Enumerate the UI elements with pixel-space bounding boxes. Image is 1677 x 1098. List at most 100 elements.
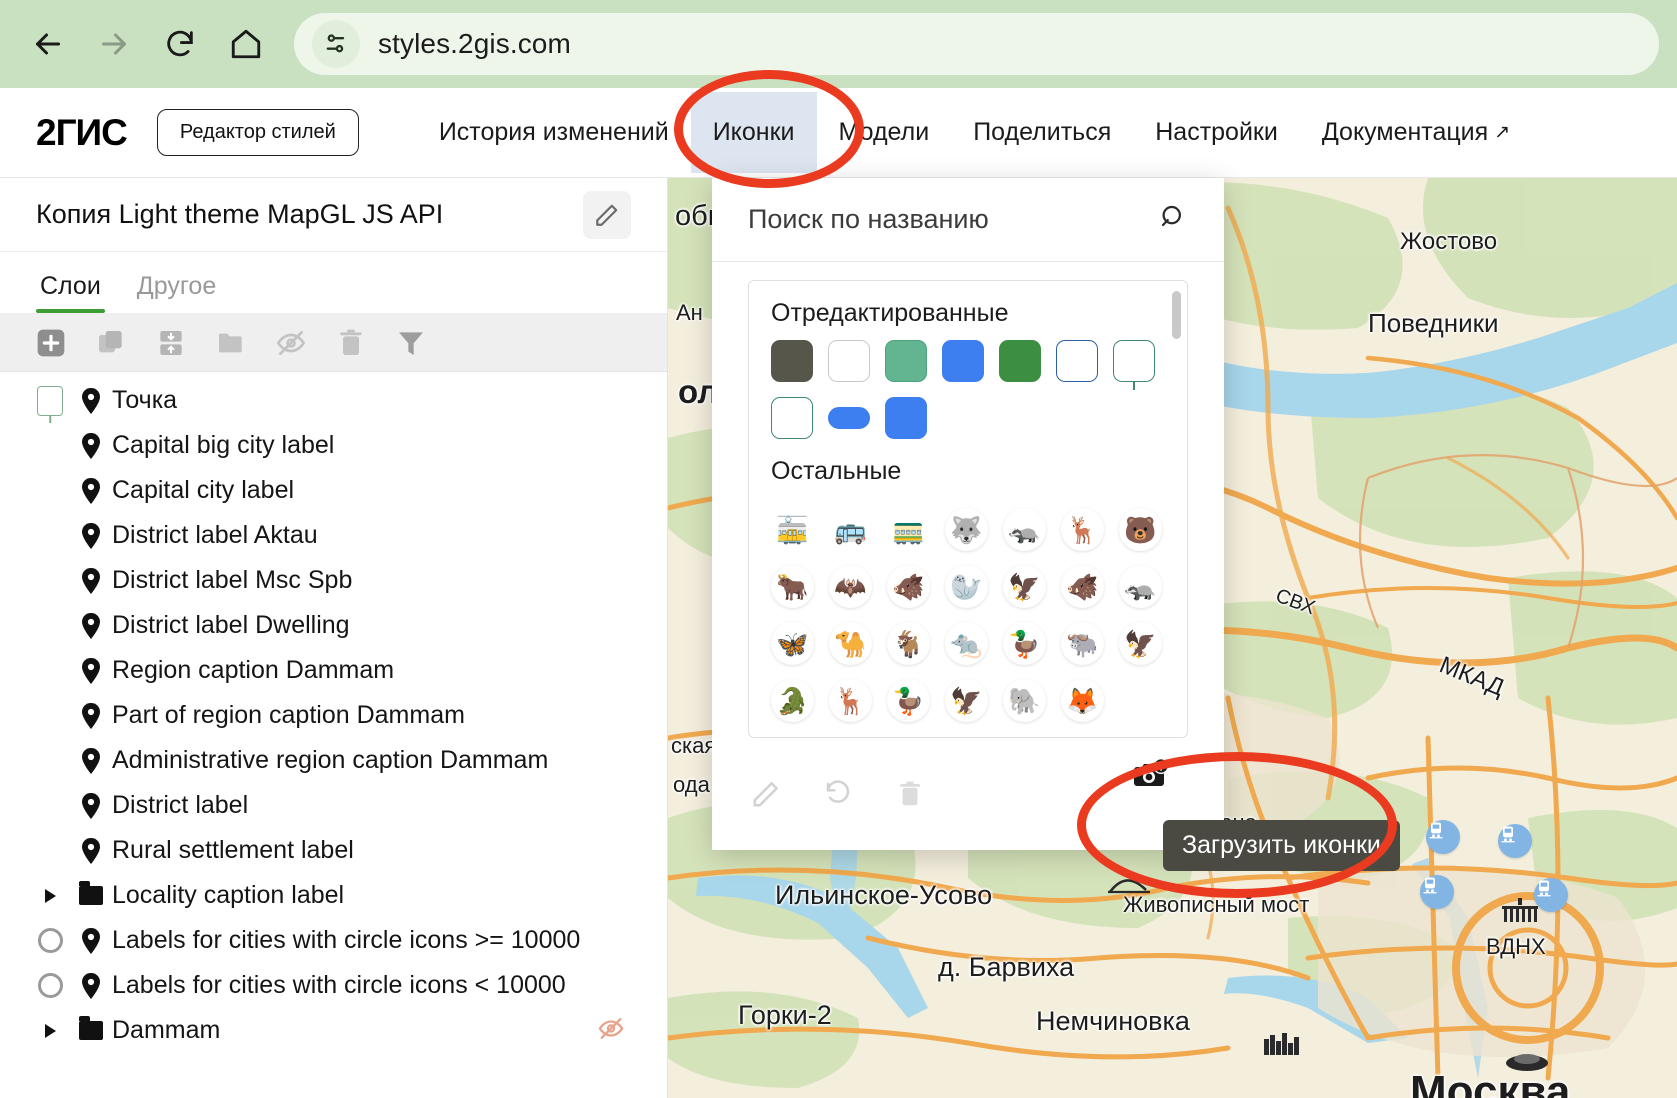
duplicate-layer-icon[interactable] (94, 326, 128, 360)
layer-row[interactable]: Dammam (0, 1008, 667, 1053)
icon-swatch[interactable] (828, 407, 870, 429)
bear-icon[interactable]: 🐻 (1119, 508, 1162, 551)
train-icon[interactable] (1420, 875, 1454, 909)
tram-star-red-icon[interactable]: 🚋 (771, 508, 814, 551)
icon-swatch[interactable] (771, 340, 813, 382)
icon-swatch[interactable] (1056, 340, 1098, 382)
icon-swatch[interactable] (771, 397, 813, 439)
crocodile-icon[interactable]: 🐊 (771, 679, 814, 722)
layer-radio-toggle[interactable] (30, 928, 70, 953)
layer-row[interactable]: District label Dwelling (0, 603, 667, 648)
anteater-icon[interactable]: 🦡 (1003, 508, 1046, 551)
layer-row[interactable]: Part of region caption Dammam (0, 693, 667, 738)
site-settings-icon[interactable] (312, 20, 360, 68)
layer-row[interactable]: Labels for cities with circle icons < 10… (0, 963, 667, 1008)
filter-layers-icon[interactable] (394, 326, 428, 360)
new-folder-icon[interactable] (214, 326, 248, 360)
bison-icon[interactable]: 🐃 (1061, 622, 1104, 665)
hidden-eye-icon[interactable] (597, 1014, 625, 1047)
icons-scrollbar[interactable] (1172, 291, 1181, 339)
icon-swatch[interactable] (1113, 340, 1155, 390)
layer-row[interactable]: District label (0, 783, 667, 828)
home-icon[interactable] (216, 14, 276, 74)
icon-swatch[interactable] (885, 340, 927, 382)
fox-icon[interactable]: 🦊 (1061, 679, 1104, 722)
expand-arrow-icon[interactable] (30, 888, 70, 903)
eagle-icon[interactable]: 🦅 (945, 679, 988, 722)
nav-item-icons[interactable]: Иконки (690, 92, 817, 173)
forward-arrow-icon[interactable] (84, 14, 144, 74)
falcon-icon[interactable]: 🦅 (1003, 565, 1046, 608)
icon-swatch[interactable] (999, 340, 1041, 382)
cassowary-icon[interactable]: 🦆 (1003, 622, 1046, 665)
search-input[interactable]: Поиск по названию (748, 204, 1158, 235)
point-marker-icon (70, 837, 112, 864)
capybara-icon[interactable]: 🐀 (945, 622, 988, 665)
layer-row[interactable]: Rural settlement label (0, 828, 667, 873)
ibex-icon[interactable]: 🐐 (887, 622, 930, 665)
icon-swatch[interactable] (828, 340, 870, 382)
map-label: Ильинское-Усово (775, 880, 993, 910)
bull-icon[interactable]: 🐂 (771, 565, 814, 608)
layer-label: Dammam (112, 1016, 221, 1044)
tram-star-blue-icon[interactable]: 🚃 (887, 508, 930, 551)
badger-icon[interactable]: 🦡 (1119, 565, 1162, 608)
nav-item-settings[interactable]: Настройки (1133, 92, 1300, 173)
layer-row[interactable]: District label Aktau (0, 513, 667, 558)
stag-icon[interactable]: 🦌 (829, 679, 872, 722)
layer-row[interactable]: Точка (0, 378, 667, 423)
upload-icons-icon[interactable] (1134, 756, 1170, 792)
bus-d1-star-icon[interactable]: 🚌 (829, 508, 872, 551)
nav-item-share[interactable]: Поделиться (951, 92, 1133, 173)
tram-icon[interactable] (1426, 820, 1460, 854)
icon-browser[interactable]: Отредактированные Остальные 🚋 🚌 🚃 🐺 🦡 🦌 🐻 🐂 🦇 🐗 🦭 🦅… (748, 280, 1188, 738)
edit-icon[interactable] (748, 776, 784, 812)
boar-icon[interactable]: 🐗 (1061, 565, 1104, 608)
tram-icon[interactable] (1498, 824, 1532, 858)
hyena-icon[interactable]: 🐗 (887, 565, 930, 608)
layer-row[interactable]: Capital big city label (0, 423, 667, 468)
layer-radio-toggle[interactable] (30, 973, 70, 998)
crane-icon[interactable]: 🦅 (1119, 622, 1162, 665)
butterfly-icon[interactable]: 🦋 (771, 622, 814, 665)
address-bar[interactable]: styles.2gis.com (294, 13, 1659, 75)
seal-icon[interactable]: 🦭 (945, 565, 988, 608)
add-layer-icon[interactable] (34, 326, 68, 360)
sort-layers-icon[interactable] (154, 326, 188, 360)
icon-swatch[interactable] (885, 397, 927, 439)
layer-row[interactable]: Administrative region caption Dammam (0, 738, 667, 783)
layer-row[interactable]: Region caption Dammam (0, 648, 667, 693)
style-editor-button[interactable]: Редактор стилей (156, 109, 359, 156)
layer-visibility-checkbox[interactable] (30, 385, 70, 416)
delete-layer-icon[interactable] (334, 326, 368, 360)
layer-row[interactable]: District label Msc Spb (0, 558, 667, 603)
nav-item-models[interactable]: Модели (817, 92, 952, 173)
elephant-icon[interactable]: 🐘 (1003, 679, 1046, 722)
nav-item-documentation[interactable]: Документация ↗ (1300, 92, 1532, 173)
layer-row[interactable]: Labels for cities with circle icons >= 1… (0, 918, 667, 963)
reload-icon[interactable] (150, 14, 210, 74)
tab-other[interactable]: Другое (133, 272, 220, 313)
delete-icon[interactable] (892, 776, 928, 812)
duck-icon[interactable]: 🦆 (887, 679, 930, 722)
search-icon[interactable] (1158, 202, 1188, 237)
app-logo[interactable]: 2ГИС (36, 112, 128, 154)
layer-row[interactable]: Locality caption label (0, 873, 667, 918)
tab-layers[interactable]: Слои (36, 272, 105, 313)
pencil-icon[interactable] (583, 190, 631, 239)
icon-search-row[interactable]: Поиск по названию (712, 178, 1224, 262)
deer-icon[interactable]: 🦌 (1061, 508, 1104, 551)
layer-row[interactable]: Capital city label (0, 468, 667, 513)
revert-icon[interactable] (820, 776, 856, 812)
icon-swatch[interactable] (942, 340, 984, 382)
sidebar-tabs: Слои Другое (0, 252, 667, 314)
expand-arrow-icon[interactable] (30, 1023, 70, 1038)
camel-icon[interactable]: 🐪 (829, 622, 872, 665)
map-label: ВДНХ (1486, 934, 1546, 959)
wolf-icon[interactable]: 🐺 (945, 508, 988, 551)
bat-icon[interactable]: 🦇 (829, 565, 872, 608)
back-arrow-icon[interactable] (18, 14, 78, 74)
nav-item-history[interactable]: История изменений (417, 92, 691, 173)
hide-layer-icon[interactable] (274, 326, 308, 360)
layer-label: District label (112, 791, 249, 819)
